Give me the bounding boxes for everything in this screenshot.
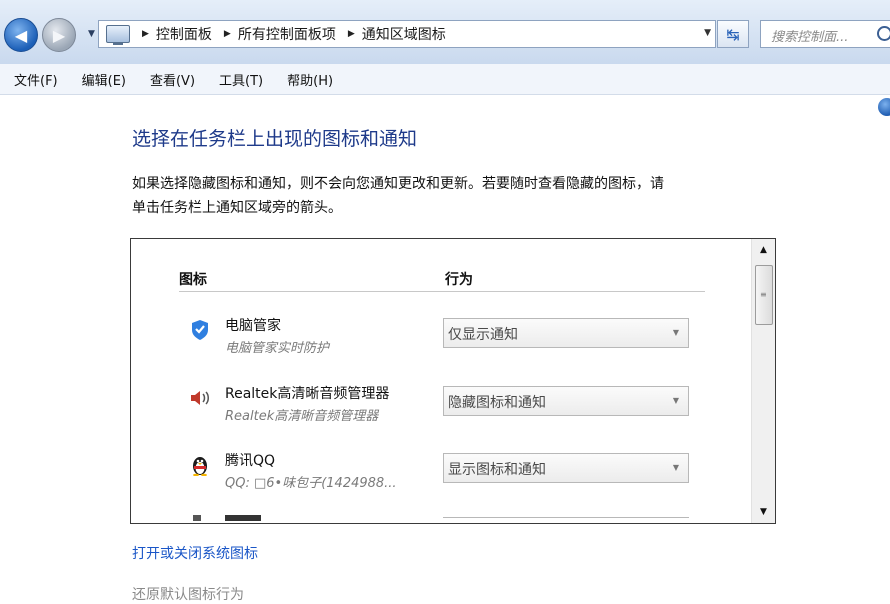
- behavior-select[interactable]: 显示图标和通知 ▼: [443, 453, 689, 483]
- menu-view[interactable]: 查看(V): [150, 70, 195, 89]
- restore-default-link[interactable]: 还原默认图标行为: [132, 584, 244, 604]
- control-panel-icon: [106, 25, 130, 45]
- behavior-value: 隐藏图标和通知: [448, 395, 546, 411]
- chevron-down-icon: ▼: [672, 328, 679, 337]
- menu-edit[interactable]: 编辑(E): [82, 70, 126, 89]
- system-icons-link[interactable]: 打开或关闭系统图标: [132, 543, 258, 563]
- partial-select: [443, 517, 689, 523]
- help-icon[interactable]: [878, 98, 890, 116]
- behavior-select[interactable]: 仅显示通知 ▼: [443, 318, 689, 348]
- path-box[interactable]: ▶ 控制面板 ▶ 所有控制面板项 ▶ 通知区域图标 ▼: [98, 20, 716, 48]
- address-bar: ◀ ▶ ▼ ▶ 控制面板 ▶ 所有控制面板项 ▶ 通知区域图标 ▼ ↹ 搜索控制…: [0, 0, 890, 65]
- partial-name: [225, 515, 261, 521]
- item-subtitle: 电脑管家实时防护: [225, 341, 330, 356]
- page-title: 选择在任务栏上出现的图标和通知: [132, 128, 418, 150]
- chevron-down-icon: ▼: [672, 463, 679, 472]
- shield-icon: [189, 319, 211, 341]
- chevron-down-icon: ▼: [672, 396, 679, 405]
- back-arrow-icon: ◀: [14, 25, 28, 45]
- list-item: 电脑管家 电脑管家实时防护 仅显示通知 ▼: [131, 315, 731, 373]
- item-name: Realtek高清晰音频管理器: [225, 386, 390, 402]
- list-item: Realtek高清晰音频管理器 Realtek高清晰音频管理器 隐藏图标和通知 …: [131, 383, 731, 441]
- breadcrumb-all-items[interactable]: 所有控制面板项: [238, 24, 336, 44]
- back-button[interactable]: ◀: [4, 18, 38, 52]
- search-placeholder: 搜索控制面...: [771, 30, 849, 45]
- breadcrumb-separator-icon[interactable]: ▶: [348, 29, 355, 39]
- item-name: 腾讯QQ: [225, 453, 276, 469]
- breadcrumb-control-panel[interactable]: 控制面板: [156, 24, 212, 44]
- forward-arrow-icon: ▶: [52, 25, 66, 45]
- column-header-icon: 图标: [179, 272, 207, 288]
- description-line-1: 如果选择隐藏图标和通知，则不会向您通知更改和更新。若要随时查看隐藏的图标，请: [132, 176, 664, 192]
- search-input[interactable]: 搜索控制面...: [760, 20, 890, 48]
- menu-help[interactable]: 帮助(H): [287, 70, 333, 89]
- page-description: 如果选择隐藏图标和通知，则不会向您通知更改和更新。若要随时查看隐藏的图标，请 单…: [132, 172, 782, 220]
- scrollbar-thumb[interactable]: ≡: [755, 265, 773, 325]
- description-line-2: 单击任务栏上通知区域旁的箭头。: [132, 200, 342, 216]
- behavior-select[interactable]: 隐藏图标和通知 ▼: [443, 386, 689, 416]
- icons-list-panel: 图标 行为 电脑管家 电脑管家实时防护 仅显示通知 ▼ Realtek高清晰音频…: [130, 238, 776, 524]
- forward-button[interactable]: ▶: [42, 18, 76, 52]
- scrollbar[interactable]: ▲ ≡ ▼: [751, 239, 775, 523]
- behavior-value: 仅显示通知: [448, 327, 518, 343]
- item-subtitle: QQ: □6•味包子(1424988...: [225, 476, 397, 491]
- partial-icon: [193, 515, 201, 521]
- scroll-down-icon[interactable]: ▼: [752, 503, 775, 521]
- item-subtitle: Realtek高清晰音频管理器: [225, 409, 379, 424]
- breadcrumb-notification-icons[interactable]: 通知区域图标: [362, 24, 446, 44]
- recent-pages-dropdown[interactable]: ▼: [88, 29, 95, 39]
- scroll-up-icon[interactable]: ▲: [752, 241, 775, 259]
- list-item: 腾讯QQ QQ: □6•味包子(1424988... 显示图标和通知 ▼: [131, 450, 731, 508]
- menu-file[interactable]: 文件(F): [14, 70, 58, 89]
- qq-penguin-icon: [189, 454, 211, 476]
- header-divider: [179, 291, 705, 292]
- menu-tools[interactable]: 工具(T): [219, 70, 263, 89]
- item-name: 电脑管家: [225, 318, 281, 334]
- grip-icon: ≡: [760, 290, 767, 299]
- breadcrumb-separator-icon[interactable]: ▶: [142, 29, 149, 39]
- behavior-value: 显示图标和通知: [448, 462, 546, 478]
- search-icon[interactable]: [877, 26, 890, 41]
- path-dropdown-icon[interactable]: ▼: [704, 28, 711, 38]
- menu-bar: 文件(F) 编辑(E) 查看(V) 工具(T) 帮助(H): [0, 64, 890, 95]
- refresh-icon: ↹: [726, 24, 740, 44]
- speaker-icon: [189, 387, 211, 409]
- refresh-button[interactable]: ↹: [717, 20, 749, 48]
- column-header-behavior: 行为: [445, 272, 473, 288]
- breadcrumb-separator-icon[interactable]: ▶: [224, 29, 231, 39]
- list-item-partial: [189, 515, 689, 523]
